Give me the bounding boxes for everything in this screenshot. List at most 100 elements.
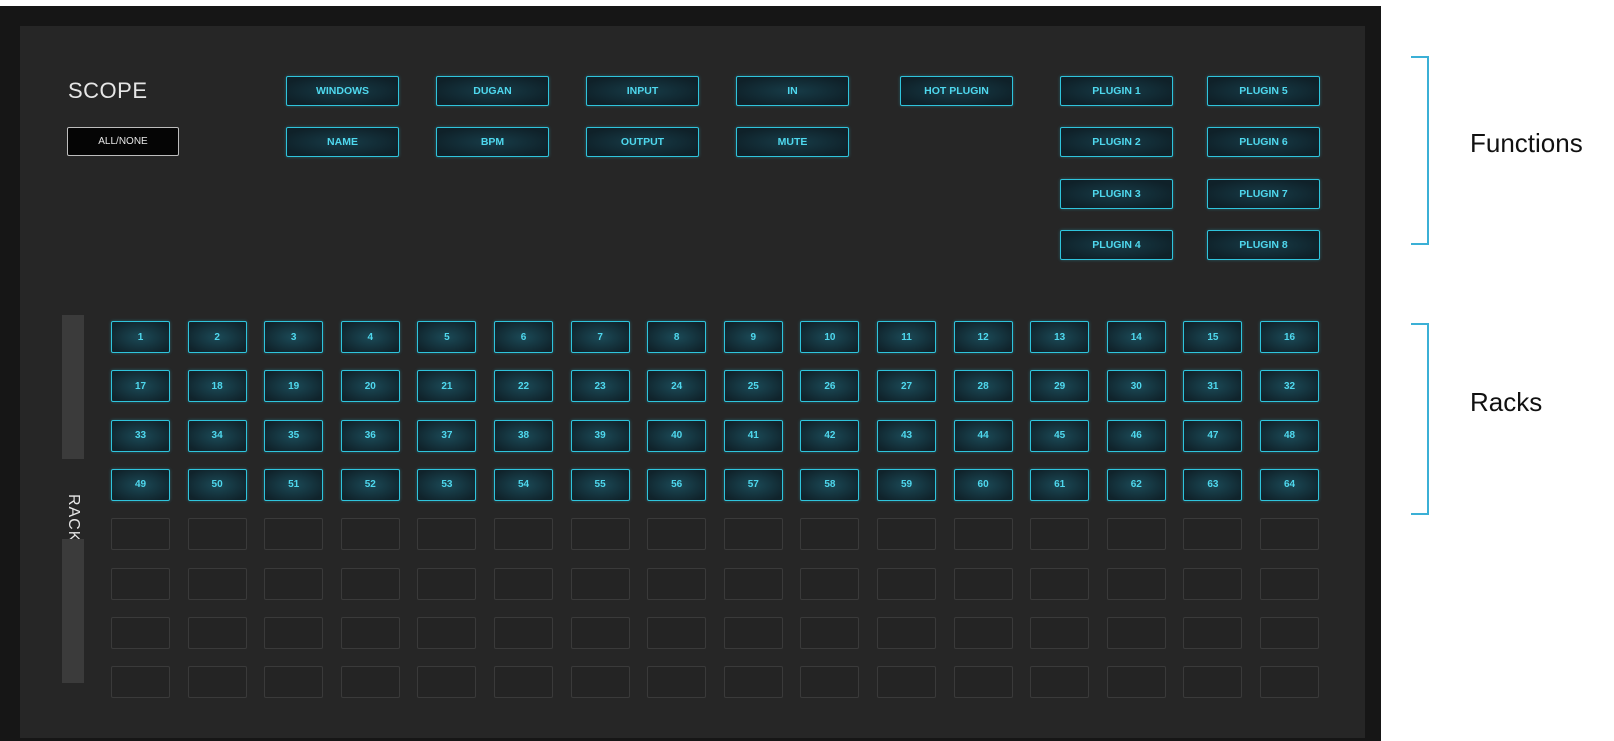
rack-slot-empty[interactable] [1183,616,1243,649]
mute-button[interactable]: MUTE [736,127,849,157]
plugin-2-button[interactable]: PLUGIN 2 [1060,127,1173,157]
rack-button-35[interactable]: 35 [264,419,324,452]
rack-button-51[interactable]: 51 [264,468,324,501]
rack-button-49[interactable]: 49 [111,468,170,501]
rack-slot-empty[interactable] [647,567,707,600]
rack-slot-empty[interactable] [800,518,860,551]
rack-slot-empty[interactable] [800,616,860,649]
rack-slot-empty[interactable] [187,567,247,600]
plugin-1-button[interactable]: PLUGIN 1 [1060,76,1173,106]
rack-button-8[interactable]: 8 [647,321,707,353]
rack-slot-empty[interactable] [1030,567,1090,600]
rack-slot-empty[interactable] [1106,518,1166,551]
rack-button-45[interactable]: 45 [1030,419,1090,452]
rack-button-28[interactable]: 28 [953,370,1013,403]
rack-slot-empty[interactable] [1106,666,1166,699]
rack-slot-empty[interactable] [570,567,630,600]
rack-button-22[interactable]: 22 [494,370,553,403]
rack-slot-empty[interactable] [1260,616,1319,649]
rack-slot-empty[interactable] [723,666,783,699]
rack-button-7[interactable]: 7 [570,321,630,353]
rack-slot-empty[interactable] [1106,616,1166,649]
rack-slot-empty[interactable] [647,616,707,649]
rack-slot-empty[interactable] [417,666,477,699]
rack-button-34[interactable]: 34 [187,419,247,452]
rack-slot-empty[interactable] [264,567,324,600]
rack-button-5[interactable]: 5 [417,321,477,353]
rack-slot-empty[interactable] [340,666,400,699]
rack-slot-empty[interactable] [111,518,170,551]
rack-slot-empty[interactable] [723,518,783,551]
windows-button[interactable]: WINDOWS [286,76,399,106]
bpm-button[interactable]: BPM [436,127,549,157]
rack-button-25[interactable]: 25 [723,370,783,403]
rack-button-44[interactable]: 44 [953,419,1013,452]
rack-button-37[interactable]: 37 [417,419,477,452]
rack-slot-empty[interactable] [800,666,860,699]
rack-slot-empty[interactable] [494,567,553,600]
rack-slot-empty[interactable] [111,666,170,699]
rack-button-55[interactable]: 55 [570,468,630,501]
rack-slot-empty[interactable] [1183,518,1243,551]
rack-button-43[interactable]: 43 [877,419,936,452]
rack-slot-empty[interactable] [953,518,1013,551]
rack-slot-empty[interactable] [111,567,170,600]
rack-button-13[interactable]: 13 [1030,321,1090,353]
rack-button-46[interactable]: 46 [1106,419,1166,452]
rack-slot-empty[interactable] [1260,666,1319,699]
rack-button-15[interactable]: 15 [1183,321,1243,353]
rack-button-27[interactable]: 27 [877,370,936,403]
rack-button-16[interactable]: 16 [1260,321,1319,353]
rack-button-50[interactable]: 50 [187,468,247,501]
rack-slot-empty[interactable] [953,616,1013,649]
rack-button-19[interactable]: 19 [264,370,324,403]
rack-slot-empty[interactable] [1030,666,1090,699]
rack-slot-empty[interactable] [264,616,324,649]
rack-button-62[interactable]: 62 [1106,468,1166,501]
rack-slot-empty[interactable] [1183,567,1243,600]
rack-button-58[interactable]: 58 [800,468,860,501]
rack-button-39[interactable]: 39 [570,419,630,452]
all-none-button[interactable]: ALL/NONE [67,127,179,156]
rack-slot-empty[interactable] [953,666,1013,699]
output-button[interactable]: OUTPUT [586,127,699,157]
rack-slot-empty[interactable] [1260,567,1319,600]
plugin-8-button[interactable]: PLUGIN 8 [1207,230,1320,260]
rack-slot-empty[interactable] [570,666,630,699]
rack-button-10[interactable]: 10 [800,321,860,353]
rack-button-57[interactable]: 57 [723,468,783,501]
input-button[interactable]: INPUT [586,76,699,106]
rack-slot-empty[interactable] [494,518,553,551]
rack-slot-empty[interactable] [264,518,324,551]
plugin-6-button[interactable]: PLUGIN 6 [1207,127,1320,157]
rack-slot-empty[interactable] [187,616,247,649]
rack-button-20[interactable]: 20 [340,370,400,403]
rack-button-23[interactable]: 23 [570,370,630,403]
rack-slot-empty[interactable] [1106,567,1166,600]
rack-slot-empty[interactable] [877,567,936,600]
rack-slot-empty[interactable] [187,666,247,699]
rack-slot-empty[interactable] [340,616,400,649]
rack-button-1[interactable]: 1 [111,321,170,353]
in-button[interactable]: IN [736,76,849,106]
rack-button-29[interactable]: 29 [1030,370,1090,403]
plugin-3-button[interactable]: PLUGIN 3 [1060,179,1173,209]
rack-button-63[interactable]: 63 [1183,468,1243,501]
rack-slot-empty[interactable] [647,518,707,551]
rack-slot-empty[interactable] [1183,666,1243,699]
rack-button-17[interactable]: 17 [111,370,170,403]
rack-slot-empty[interactable] [187,518,247,551]
rack-slot-empty[interactable] [570,518,630,551]
rack-button-42[interactable]: 42 [800,419,860,452]
rack-button-53[interactable]: 53 [417,468,477,501]
rack-slot-empty[interactable] [877,518,936,551]
rack-button-18[interactable]: 18 [187,370,247,403]
rack-slot-empty[interactable] [417,518,477,551]
rack-button-64[interactable]: 64 [1260,468,1319,501]
dugan-button[interactable]: DUGAN [436,76,549,106]
rack-button-9[interactable]: 9 [723,321,783,353]
rack-button-30[interactable]: 30 [1106,370,1166,403]
rack-button-6[interactable]: 6 [494,321,553,353]
rack-button-47[interactable]: 47 [1183,419,1243,452]
rack-button-38[interactable]: 38 [494,419,553,452]
